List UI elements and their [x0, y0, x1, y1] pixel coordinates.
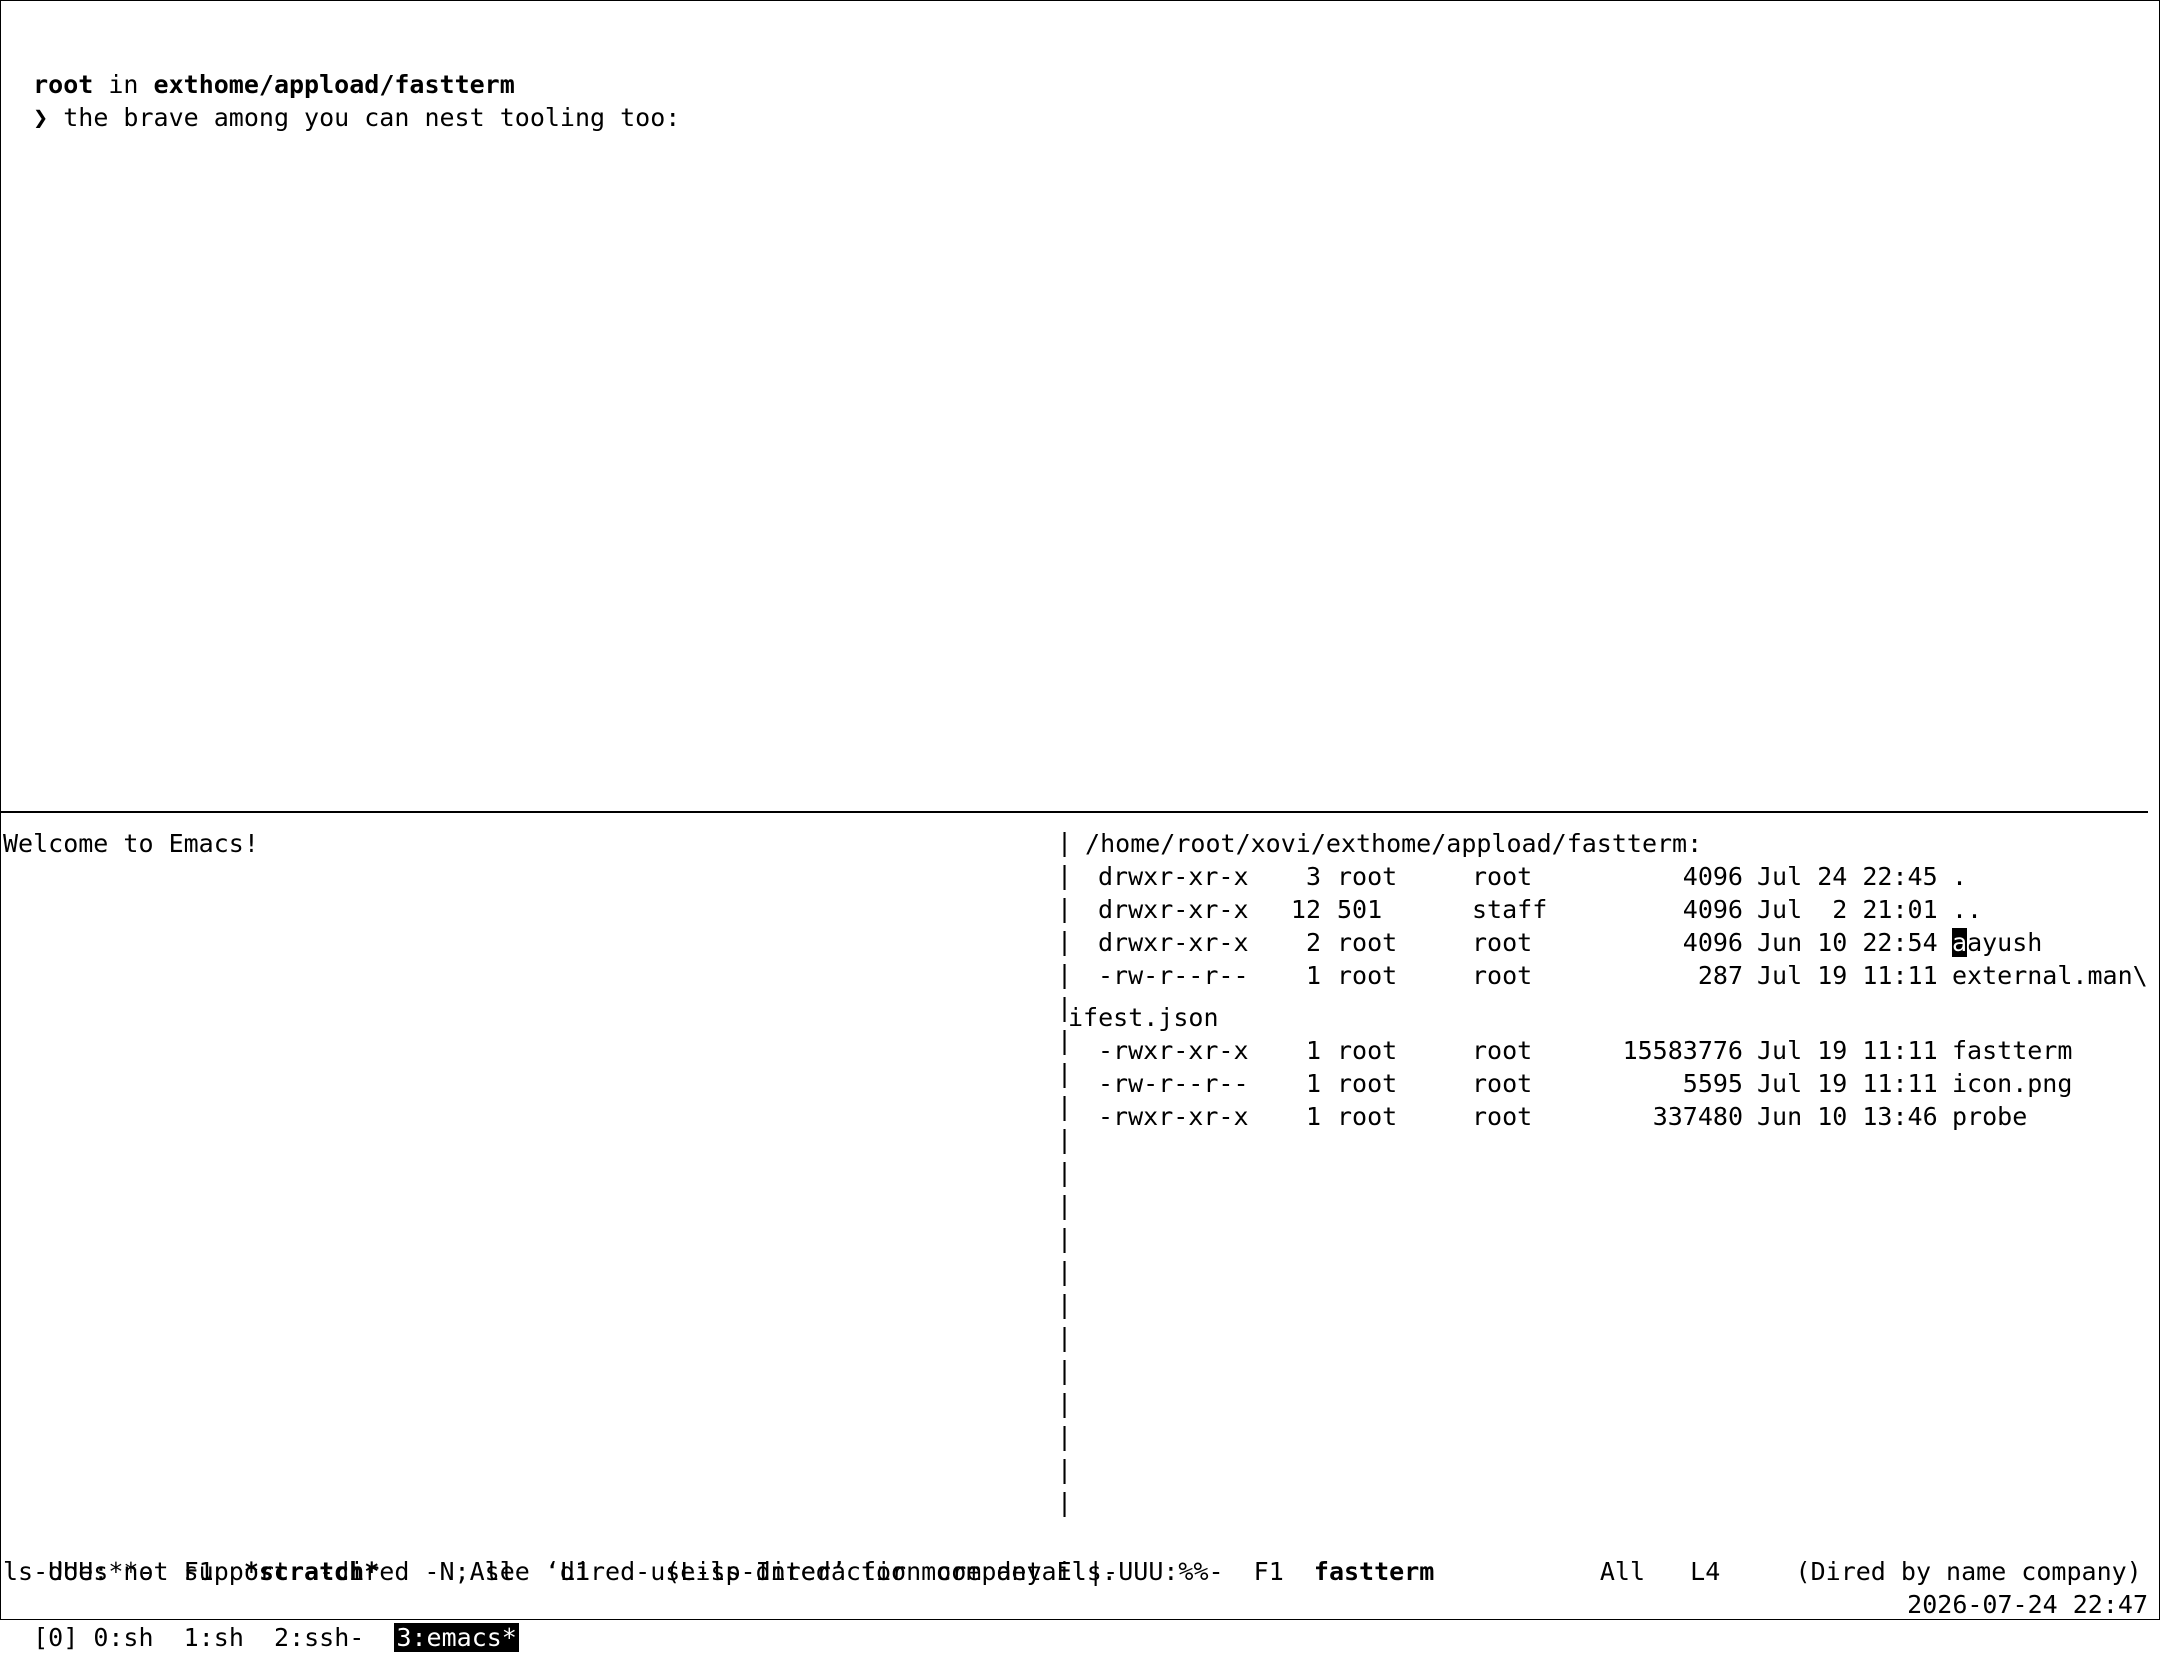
dired-date: Jul 2 21:01 [1757, 895, 1938, 924]
dired-group: root [1472, 1102, 1533, 1131]
tmux-window-tab[interactable]: 2:ssh- [274, 1623, 364, 1652]
tmux-window-tab[interactable]: 0:sh [93, 1623, 153, 1652]
divider-pipe: | [1057, 1323, 1073, 1352]
dired-owner: root [1337, 928, 1398, 957]
divider-pipe: | [1057, 1389, 1073, 1418]
divider-pipe: | [1057, 1455, 1073, 1484]
modeline-flags: -UUU:%%- F1 [1103, 1557, 1314, 1586]
divider-pipe: | [1057, 1422, 1073, 1451]
divider-pipe: | [1057, 828, 1073, 857]
dired-group: staff [1472, 895, 1548, 924]
divider-pipe: | [1057, 1488, 1073, 1517]
dired-perms: -rw-r--r-- [1098, 961, 1249, 990]
divider-pipe: | [1057, 1059, 1073, 1088]
shell-prompt-line: root in exthome/appload/fastterm [3, 35, 515, 99]
shell-command-line[interactable]: ❯ the brave among you can nest tooling t… [3, 68, 680, 132]
dired-links: 1 [1305, 1036, 1321, 1065]
dired-perms: -rwxr-xr-x [1098, 1102, 1249, 1131]
dired-size: 4096 [1682, 895, 1743, 924]
dired-date: Jul 19 11:11 [1757, 961, 1938, 990]
dired-size: 4096 [1682, 862, 1743, 891]
text-cursor: a [1952, 928, 1968, 957]
echo-area: ls does not support --dired -N; see ‘dir… [3, 1557, 1117, 1586]
dired-group: root [1472, 1069, 1533, 1098]
dired-links: 1 [1305, 1102, 1321, 1131]
tmux-window-list: 0:sh 1:sh 2:ssh- 3:emacs* [78, 1623, 534, 1652]
divider-pipe: | [1057, 927, 1073, 956]
divider-pipe: | [1057, 1191, 1073, 1220]
divider-pipe: | [1057, 1257, 1073, 1286]
right-modeline[interactable]: |-UUU:%%- F1 fastterm All L4 (Dired by n… [1058, 1522, 2160, 1586]
tmux-window-tab[interactable]: 3:emacs* [394, 1623, 519, 1652]
dired-wrap-continuation: ifest.json [1068, 1003, 1219, 1032]
dired-group: root [1472, 928, 1533, 957]
dired-date: Jun 10 22:54 [1757, 928, 1938, 957]
dired-links: 1 [1305, 1069, 1321, 1098]
divider-pipe: | [1057, 960, 1073, 989]
dired-perms: drwxr-xr-x [1098, 928, 1249, 957]
dired-owner: root [1337, 1036, 1398, 1065]
dired-group: root [1472, 1036, 1533, 1065]
tmux-window-tab[interactable]: 1:sh [184, 1623, 244, 1652]
modeline-buffer-name[interactable]: fastterm [1314, 1557, 1434, 1586]
dired-size: 337480 [1652, 1102, 1743, 1131]
dired-filename[interactable]: aayush [1952, 926, 2042, 959]
dired-date: Jul 19 11:11 [1757, 1069, 1938, 1098]
divider-pipe: | [1057, 1125, 1073, 1154]
dired-perms: -rwxr-xr-x [1098, 1036, 1249, 1065]
dired-links: 1 [1305, 961, 1321, 990]
dired-group: root [1472, 961, 1533, 990]
pane-divider-horizontal[interactable] [0, 811, 2148, 813]
dired-owner: root [1337, 862, 1398, 891]
dired-filename[interactable]: icon.png [1952, 1067, 2072, 1100]
dired-links: 12 [1290, 895, 1321, 924]
dired-perms: drwxr-xr-x [1098, 862, 1249, 891]
divider-pipe: | [1057, 861, 1073, 890]
divider-pipe: | [1057, 993, 1073, 1022]
prompt-arrow-icon: ❯ [33, 103, 49, 132]
divider-pipe: | [1057, 1158, 1073, 1187]
tmux-clock: 2026-07-24 22:47 [1907, 1590, 2148, 1619]
dired-filename[interactable]: . [1952, 860, 1967, 893]
dired-filename[interactable]: .. [1952, 893, 1982, 926]
dired-date: Jul 19 11:11 [1757, 1036, 1938, 1065]
dired-date: Jul 24 22:45 [1757, 862, 1938, 891]
shell-command-text[interactable]: the brave among you can nest tooling too… [48, 103, 680, 132]
dired-group: root [1472, 862, 1533, 891]
dired-filename[interactable]: probe [1952, 1100, 2027, 1133]
dired-filename[interactable]: external.man\ [1952, 959, 2148, 992]
divider-pipe: | [1057, 1224, 1073, 1253]
dired-links: 3 [1305, 862, 1321, 891]
dired-size: 4096 [1682, 928, 1743, 957]
dired-size: 5595 [1682, 1069, 1743, 1098]
dired-date: Jun 10 13:46 [1757, 1102, 1938, 1131]
emacs-window-divider[interactable]: | | | | | | | | | | | | | | | | | | | | | [1057, 826, 1073, 1519]
dired-perms: drwxr-xr-x [1098, 895, 1249, 924]
divider-pipe: | [1057, 1026, 1073, 1055]
dired-filename[interactable]: fastterm [1952, 1034, 2072, 1067]
dired-links: 2 [1305, 928, 1321, 957]
tmux-session-label: [0] [33, 1623, 79, 1652]
divider-pipe: | [1057, 1290, 1073, 1319]
tmux-status-bar: [0] 0:sh 1:sh 2:ssh- 3:emacs* [3, 1588, 534, 1652]
dired-owner: root [1337, 961, 1398, 990]
dired-size: 15583776 [1622, 1036, 1743, 1065]
emacs-welcome-text[interactable]: Welcome to Emacs! [3, 827, 259, 860]
divider-pipe: | [1057, 1356, 1073, 1385]
dired-owner: root [1337, 1102, 1398, 1131]
dired-perms: -rw-r--r-- [1098, 1069, 1249, 1098]
divider-pipe: | [1057, 1092, 1073, 1121]
dired-owner: 501 [1337, 895, 1383, 924]
dired-size: 287 [1697, 961, 1743, 990]
modeline-position: All L4 (Dired by name company) - [1434, 1557, 2160, 1586]
divider-pipe: | [1057, 894, 1073, 923]
dired-header: /home/root/xovi/exthome/appload/fastterm… [1070, 829, 1703, 858]
terminal-frame [0, 0, 2160, 1620]
left-modeline[interactable]: -UUU:**- F1 *scratch* All L1 (Lisp Inter… [3, 1522, 1087, 1586]
dired-owner: root [1337, 1069, 1398, 1098]
